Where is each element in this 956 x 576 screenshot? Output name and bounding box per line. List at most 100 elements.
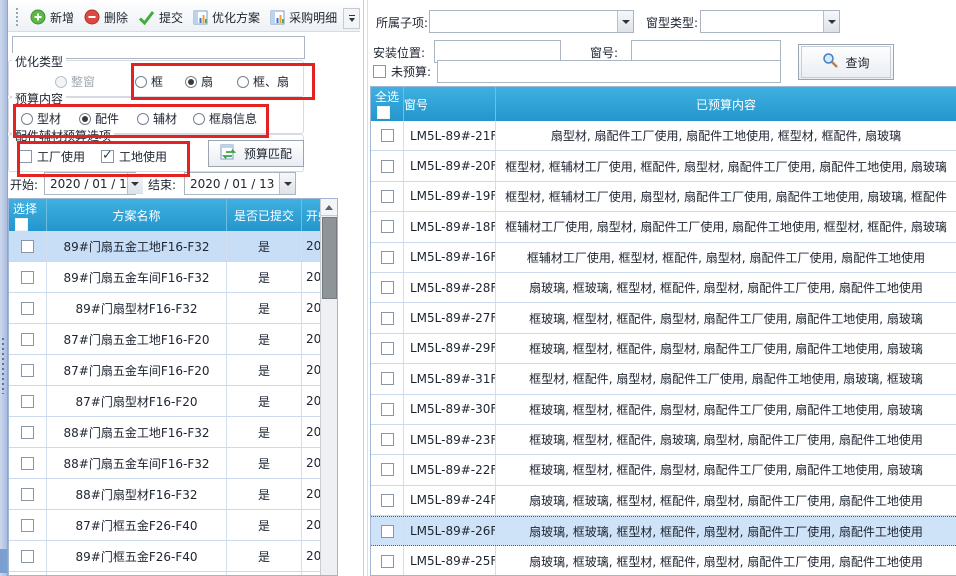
budgeted-content-cell: 框辅材工厂使用, 框型材, 框配件, 扇型材, 扇配件工厂使用, 扇配件工地使用	[496, 243, 956, 272]
row-checkbox[interactable]	[381, 494, 394, 507]
sub-item-select[interactable]	[429, 10, 634, 33]
window-table-body: LM5L-89#-21F19 扇型材, 扇配件工厂使用, 扇配件工地使用, 框型…	[371, 121, 956, 576]
row-checkbox[interactable]	[21, 364, 34, 377]
window-table-row[interactable]: LM5L-89#-19F17 框型材, 框辅材工厂使用, 扇型材, 扇配件工厂使…	[371, 182, 956, 212]
radio-profile[interactable]: 型材	[21, 110, 61, 127]
radio-auxiliary[interactable]: 辅材	[137, 110, 177, 127]
radio-accessory[interactable]: 配件	[79, 110, 119, 127]
plan-table-row[interactable]: 88#门扇五金车间F16-F32 是 2020/0	[9, 448, 337, 479]
plan-table-scrollbar[interactable]	[320, 199, 337, 576]
plan-table-row[interactable]: 88#门扇型材F16-F32 是 2020/0	[9, 479, 337, 510]
site-use-checkbox[interactable]: 工地使用	[101, 148, 167, 165]
row-checkbox[interactable]	[381, 190, 394, 203]
left-splitter-bar[interactable]	[0, 0, 8, 576]
toolbar-grip[interactable]	[16, 8, 18, 26]
row-checkbox[interactable]	[21, 302, 34, 315]
window-table-row[interactable]: LM5L-89#-20F18 框型材, 框辅材工厂使用, 框配件, 扇型材, 扇…	[371, 151, 956, 181]
no-budget-checkbox[interactable]: 未预算:	[373, 63, 431, 80]
plan-panel: 新增 删除 提交 优化方案 采购明细	[8, 0, 362, 576]
row-checkbox[interactable]	[21, 333, 34, 346]
radio-frame-sash[interactable]: 框、扇	[237, 73, 289, 90]
plan-table-row[interactable]: 87#门扇型材F16-F20 是 2020/0	[9, 386, 337, 417]
no-budget-input[interactable]	[437, 60, 781, 83]
end-date-picker[interactable]: 2020 / 01 / 13	[184, 172, 296, 195]
row-checkbox[interactable]	[21, 488, 34, 501]
plan-table-row[interactable]: 88#门扇五金工地F16-F32 是 2020/0	[9, 417, 337, 448]
row-checkbox[interactable]	[21, 457, 34, 470]
radio-whole-window: 整窗	[55, 73, 95, 90]
plan-name-cell: 88#门扇五金车间F16-F32	[47, 448, 227, 478]
window-table-row[interactable]: LM5L-89#-28F26 扇玻璃, 框玻璃, 框型材, 框配件, 扇型材, …	[371, 273, 956, 303]
row-checkbox[interactable]	[381, 403, 394, 416]
scroll-up-button[interactable]	[321, 199, 337, 216]
toolbar-overflow-button[interactable]	[343, 8, 360, 29]
row-checkbox[interactable]	[381, 281, 394, 294]
radio-frame[interactable]: 框	[135, 73, 163, 90]
magnifier-icon	[822, 52, 839, 72]
factory-use-checkbox[interactable]: 工厂使用	[19, 148, 85, 165]
plan-table-row[interactable]: 89#门扇型材F16-F32 是 2020/0	[9, 293, 337, 324]
row-checkbox[interactable]	[381, 372, 394, 385]
window-table-row[interactable]: LM5L-89#-25F23 扇玻璃, 框玻璃, 框型材, 框配件, 扇型材, …	[371, 546, 956, 576]
purchase-detail-button[interactable]: 采购明细	[270, 9, 351, 26]
window-table-row[interactable]: LM5L-89#-16F15 框辅材工厂使用, 框型材, 框配件, 扇型材, 扇…	[371, 243, 956, 273]
row-checkbox[interactable]	[381, 312, 394, 325]
window-table-row[interactable]: LM5L-89#-26F24 扇玻璃, 框玻璃, 框型材, 框配件, 扇型材, …	[371, 516, 956, 546]
dropdown-arrow-icon[interactable]	[823, 11, 839, 32]
add-button[interactable]: 新增	[30, 9, 74, 26]
radio-frame-sash-info[interactable]: 框扇信息	[193, 110, 257, 127]
row-checkbox[interactable]	[381, 160, 394, 173]
row-checkbox[interactable]	[21, 519, 34, 532]
window-table-row[interactable]: LM5L-89#-18F16 框辅材工厂使用, 扇型材, 扇配件工厂使用, 扇配…	[371, 212, 956, 242]
plan-table-row[interactable]: 88#门框五金F21-F40 是 2020/0	[9, 572, 337, 576]
budgeted-content-cell: 扇玻璃, 框玻璃, 框型材, 框配件, 扇型材, 扇配件工厂使用, 扇配件工地使…	[496, 273, 956, 302]
dropdown-arrow-icon[interactable]	[617, 11, 633, 32]
window-table-row[interactable]: LM5L-89#-31F29 框型材, 框配件, 扇型材, 扇配件工厂使用, 扇…	[371, 364, 956, 394]
row-checkbox[interactable]	[381, 251, 394, 264]
delete-button[interactable]: 删除	[84, 9, 128, 26]
row-checkbox[interactable]	[21, 395, 34, 408]
row-checkbox[interactable]	[381, 220, 394, 233]
row-checkbox[interactable]	[21, 550, 34, 563]
splitter-grip[interactable]	[2, 338, 4, 394]
select-all-checkbox[interactable]	[377, 106, 390, 119]
start-date-picker[interactable]: 2020 / 01 / 1	[44, 172, 136, 195]
row-checkbox[interactable]	[381, 525, 394, 538]
window-table-row[interactable]: LM5L-89#-27F25 框玻璃, 框型材, 框配件, 扇型材, 扇配件工厂…	[371, 303, 956, 333]
window-table-row[interactable]: LM5L-89#-23F21 框玻璃, 框型材, 框配件, 扇玻璃, 扇型材, …	[371, 425, 956, 455]
row-checkbox[interactable]	[381, 555, 394, 568]
plan-table-row[interactable]: 89#门扇五金工地F16-F32 是 2020/0	[9, 231, 337, 262]
window-table-row[interactable]: LM5L-89#-30F28 框玻璃, 框型材, 框配件, 扇型材, 扇配件工厂…	[371, 395, 956, 425]
plan-table-row[interactable]: 87#门框五金F26-F40 是 2020/0	[9, 510, 337, 541]
plan-table-row[interactable]: 87#门扇五金车间F16-F20 是 2020/0	[9, 355, 337, 386]
window-table-header: 全选 窗号 已预算内容	[371, 87, 956, 121]
radio-sash[interactable]: 扇	[185, 73, 213, 90]
row-checkbox[interactable]	[381, 463, 394, 476]
optimize-plan-button[interactable]: 优化方案	[193, 9, 260, 26]
window-table-row[interactable]: LM5L-89#-22F20 框玻璃, 框型材, 框配件, 扇型材, 扇配件工厂…	[371, 455, 956, 485]
window-no-cell: LM5L-89#-27F25	[404, 303, 496, 332]
plan-table-row[interactable]: 89#门扇五金车间F16-F32 是 2020/0	[9, 262, 337, 293]
row-checkbox[interactable]	[21, 426, 34, 439]
query-button[interactable]: 查询	[798, 44, 894, 80]
window-table-row[interactable]: LM5L-89#-21F19 扇型材, 扇配件工厂使用, 扇配件工地使用, 框型…	[371, 121, 956, 151]
budget-match-button[interactable]: 预算匹配	[208, 140, 304, 167]
row-checkbox[interactable]	[21, 240, 34, 253]
window-table-row[interactable]: LM5L-89#-24F22 扇玻璃, 框玻璃, 框型材, 框配件, 扇型材, …	[371, 486, 956, 516]
submit-button[interactable]: 提交	[138, 9, 183, 26]
plan-table-row[interactable]: 89#门框五金F26-F40 是 2020/0	[9, 541, 337, 572]
dropdown-arrow-icon[interactable]	[279, 173, 295, 194]
panel-divider	[367, 0, 368, 576]
window-no-cell: LM5L-89#-18F16	[404, 212, 496, 241]
select-all-checkbox[interactable]	[15, 218, 28, 231]
row-checkbox[interactable]	[381, 129, 394, 142]
budgeted-content-header: 已预算内容	[496, 87, 956, 121]
plan-table-row[interactable]: 87#门扇五金工地F16-F20 是 2020/0	[9, 324, 337, 355]
row-checkbox[interactable]	[381, 342, 394, 355]
dropdown-arrow-icon[interactable]	[127, 173, 143, 194]
window-table-row[interactable]: LM5L-89#-29F27 框玻璃, 框型材, 框配件, 扇型材, 扇配件工厂…	[371, 334, 956, 364]
row-checkbox[interactable]	[381, 433, 394, 446]
row-checkbox[interactable]	[21, 271, 34, 284]
scrollbar-thumb[interactable]	[322, 217, 337, 299]
window-type-select[interactable]	[700, 10, 840, 33]
